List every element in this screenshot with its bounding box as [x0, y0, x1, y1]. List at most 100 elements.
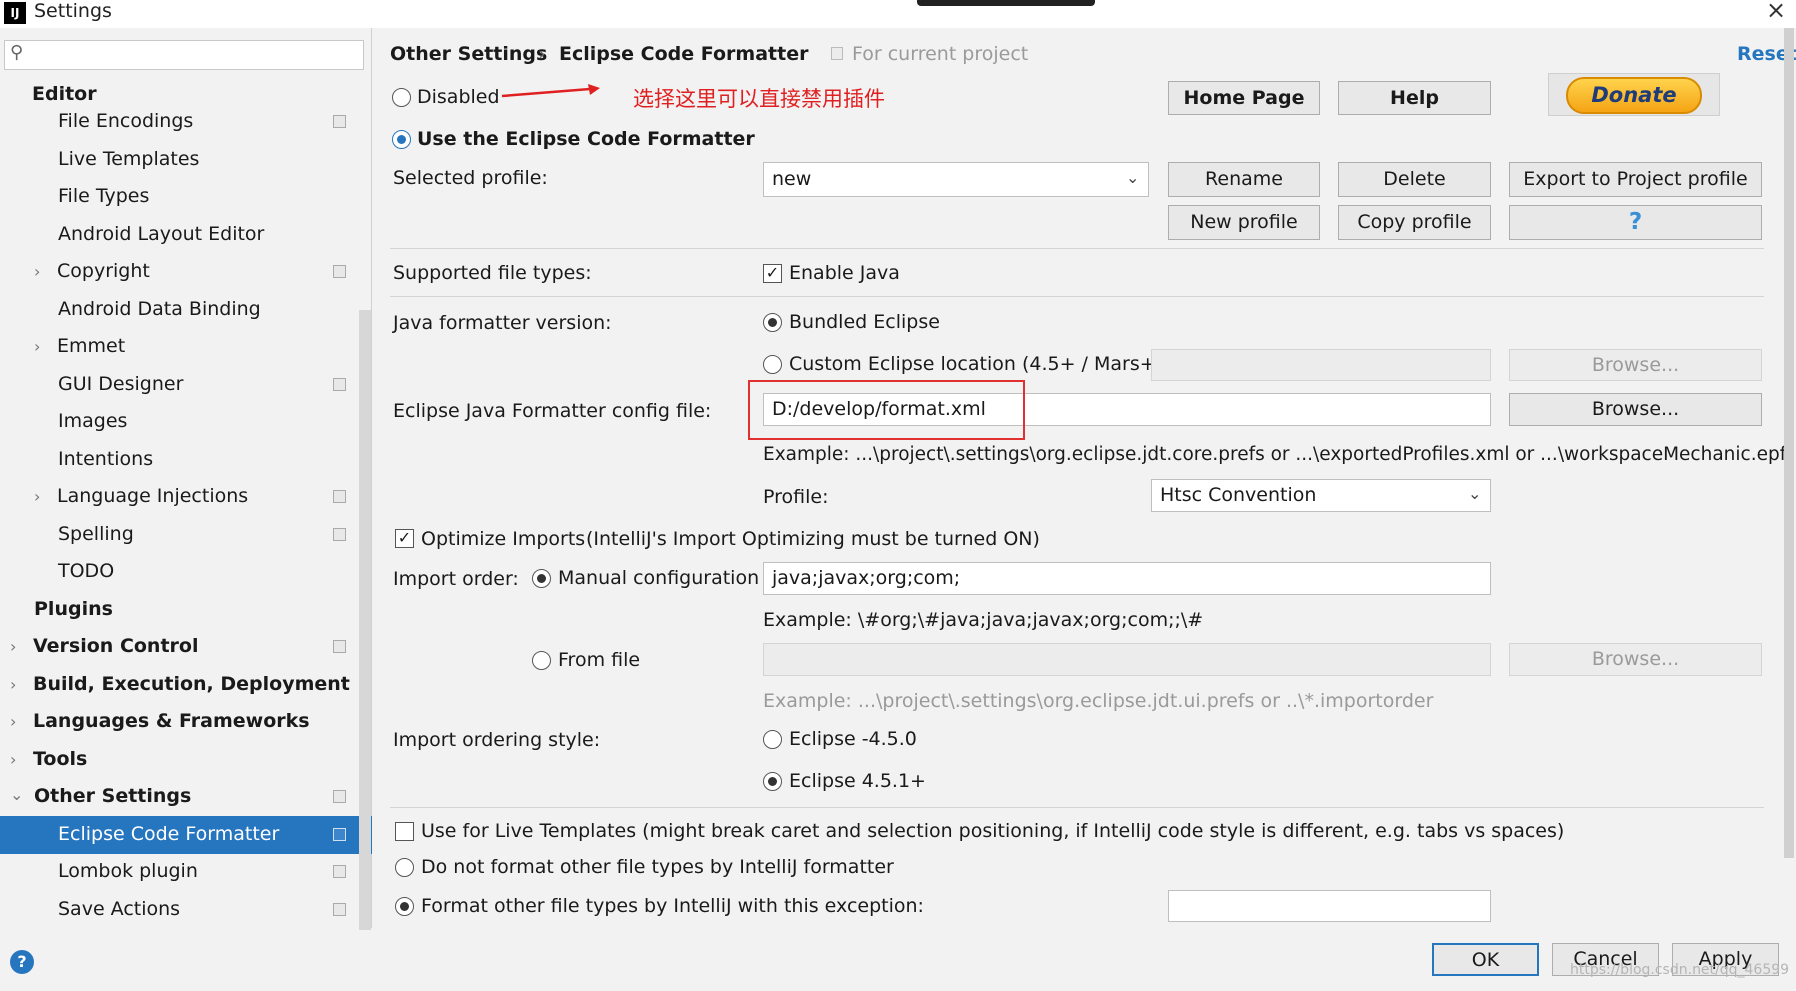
sidebar-item-gui-designer[interactable]: GUI Designer: [58, 366, 183, 402]
chevron-right-icon[interactable]: ›: [10, 750, 16, 769]
sidebar-scrollbar[interactable]: [359, 310, 371, 930]
help-icon[interactable]: ?: [10, 950, 34, 974]
live-templates-checkbox[interactable]: [395, 822, 414, 841]
format-other-file-types-radio[interactable]: [395, 897, 414, 916]
import-order-field[interactable]: java;javax;org;com;: [763, 562, 1491, 595]
use-formatter-label[interactable]: Use the Eclipse Code Formatter: [417, 128, 755, 150]
sidebar-item-emmet[interactable]: Emmet: [57, 328, 125, 364]
export-to-project-profile-button[interactable]: Export to Project profile: [1509, 162, 1762, 197]
sidebar-item-android-data-binding[interactable]: Android Data Binding: [58, 291, 261, 327]
profile-label: Profile:: [763, 486, 829, 508]
custom-eclipse-location-field[interactable]: [1151, 349, 1491, 381]
no-other-file-types-label[interactable]: Do not format other file types by Intell…: [421, 856, 894, 878]
chevron-right-icon[interactable]: ›: [10, 637, 16, 656]
import-order-label: Import order:: [393, 568, 519, 590]
import-ordering-style-label: Import ordering style:: [393, 729, 601, 751]
chevron-right-icon[interactable]: ›: [34, 487, 40, 506]
title-bar: [0, 0, 1796, 28]
copy-profile-button[interactable]: Copy profile: [1338, 205, 1491, 240]
from-file-radio[interactable]: [532, 651, 551, 670]
optimize-imports-checkbox[interactable]: ✓: [395, 529, 414, 548]
sidebar-item-file-encodings[interactable]: File Encodings: [58, 103, 193, 139]
sidebar-item-lombok-plugin[interactable]: Lombok plugin: [58, 853, 198, 889]
sidebar-item-spelling[interactable]: Spelling: [58, 516, 134, 552]
import-file-browse-button[interactable]: Browse...: [1509, 643, 1762, 676]
separator: [390, 807, 1764, 808]
eclipse-450-label[interactable]: Eclipse -4.5.0: [789, 728, 917, 750]
breadcrumb-separator: ›: [538, 43, 546, 65]
chevron-down-icon[interactable]: ⌄: [1126, 168, 1139, 187]
bundled-eclipse-label[interactable]: Bundled Eclipse: [789, 311, 940, 333]
project-copy-icon: [333, 790, 346, 803]
sidebar-item-intentions[interactable]: Intentions: [58, 441, 153, 477]
new-profile-button[interactable]: New profile: [1168, 205, 1320, 240]
eclipse-451-label[interactable]: Eclipse 4.5.1+: [789, 770, 926, 792]
project-copy-icon: [333, 828, 346, 841]
sidebar-item-android-layout-editor[interactable]: Android Layout Editor: [58, 216, 264, 252]
format-other-file-types-label[interactable]: Format other file types by IntelliJ with…: [421, 895, 924, 917]
main-scrollbar[interactable]: [1784, 28, 1794, 858]
scope-label: For current project: [852, 43, 1029, 65]
manual-configuration-label[interactable]: Manual configuration: [558, 567, 759, 589]
project-copy-icon: [333, 378, 346, 391]
chevron-right-icon[interactable]: ›: [34, 262, 40, 281]
breadcrumb-other-settings[interactable]: Other Settings: [390, 43, 547, 65]
sidebar-item-other-settings[interactable]: Other Settings: [34, 778, 191, 814]
delete-button[interactable]: Delete: [1338, 162, 1491, 197]
profile-combo[interactable]: Htsc Convention: [1151, 479, 1491, 512]
sidebar-item-live-templates[interactable]: Live Templates: [58, 141, 199, 177]
live-templates-label[interactable]: Use for Live Templates (might break care…: [421, 820, 1564, 842]
enable-java-label[interactable]: Enable Java: [789, 262, 900, 284]
chevron-down-icon[interactable]: ⌄: [10, 785, 23, 804]
sidebar-item-plugins[interactable]: Plugins: [34, 591, 113, 627]
chevron-right-icon[interactable]: ›: [34, 337, 40, 356]
sidebar-item-languages-frameworks[interactable]: Languages & Frameworks: [33, 703, 310, 739]
sidebar-item-save-actions[interactable]: Save Actions: [58, 891, 180, 927]
sidebar-item-todo[interactable]: TODO: [58, 553, 114, 589]
config-file-browse-button[interactable]: Browse...: [1509, 393, 1762, 426]
disabled-label[interactable]: Disabled: [417, 86, 500, 108]
page-title: Eclipse Code Formatter: [559, 43, 809, 65]
from-file-label[interactable]: From file: [558, 649, 640, 671]
enable-java-checkbox[interactable]: ✓: [763, 264, 782, 283]
custom-eclipse-label[interactable]: Custom Eclipse location (4.5+ / Mars+): [789, 353, 1163, 375]
project-copy-icon: [333, 490, 346, 503]
profile-help-button[interactable]: ?: [1509, 205, 1762, 240]
intellij-app-icon: IJ: [4, 2, 26, 24]
selected-profile-combo[interactable]: new: [763, 162, 1149, 197]
watermark: https://blog.csdn.net/qq_46599: [1570, 962, 1790, 978]
sidebar-item-tools[interactable]: Tools: [33, 741, 87, 777]
chevron-down-icon[interactable]: ⌄: [1468, 484, 1481, 503]
import-file-example: Example: ...\project\.settings\org.eclip…: [763, 690, 1434, 712]
sidebar-item-file-types[interactable]: File Types: [58, 178, 149, 214]
eclipse-450-radio[interactable]: [763, 730, 782, 749]
ok-button[interactable]: OK: [1432, 943, 1539, 976]
config-file-example: Example: ...\project\.settings\org.eclip…: [763, 444, 1787, 465]
sidebar-item-images[interactable]: Images: [58, 403, 127, 439]
sidebar-item-build-execution-deployment[interactable]: Build, Execution, Deployment: [33, 666, 350, 702]
custom-eclipse-radio[interactable]: [763, 355, 782, 374]
custom-eclipse-browse-button[interactable]: Browse...: [1509, 349, 1762, 381]
donate-button[interactable]: Donate: [1566, 77, 1702, 114]
eclipse-451-radio[interactable]: [763, 772, 782, 791]
exception-field[interactable]: [1168, 890, 1491, 922]
close-icon[interactable]: ×: [1766, 0, 1786, 24]
sidebar-item-language-injections[interactable]: Language Injections: [57, 478, 248, 514]
help-button[interactable]: Help: [1338, 81, 1491, 115]
no-other-file-types-radio[interactable]: [395, 858, 414, 877]
bundled-eclipse-radio[interactable]: [763, 313, 782, 332]
sidebar-item-version-control[interactable]: Version Control: [33, 628, 198, 664]
import-file-field[interactable]: [763, 643, 1491, 676]
chevron-right-icon[interactable]: ›: [10, 712, 16, 731]
manual-configuration-radio[interactable]: [532, 569, 551, 588]
rename-button[interactable]: Rename: [1168, 162, 1320, 197]
annotation-highlight-box: [748, 380, 1025, 440]
use-formatter-radio[interactable]: [392, 130, 411, 149]
sidebar-item-copyright[interactable]: Copyright: [57, 253, 150, 289]
home-page-button[interactable]: Home Page: [1168, 81, 1320, 115]
sidebar-item-eclipse-code-formatter[interactable]: Eclipse Code Formatter: [58, 816, 279, 852]
search-input[interactable]: [4, 40, 364, 70]
optimize-imports-label[interactable]: Optimize Imports: [421, 528, 585, 550]
disabled-radio[interactable]: [392, 88, 411, 107]
chevron-right-icon[interactable]: ›: [10, 675, 16, 694]
